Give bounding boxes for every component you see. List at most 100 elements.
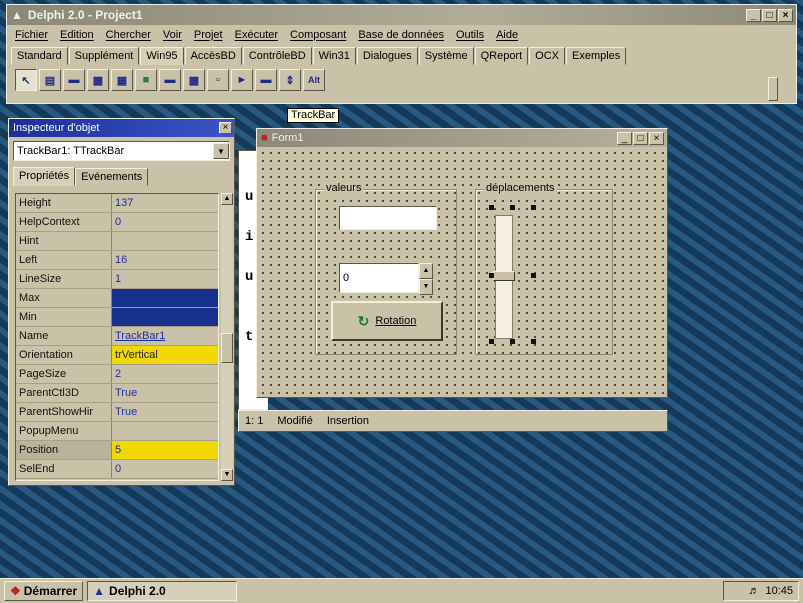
treeview-icon[interactable]: ▩ xyxy=(87,69,109,91)
spin-buttons[interactable]: ▲ ▼ xyxy=(419,263,433,295)
property-row[interactable]: Min xyxy=(16,308,218,327)
property-row[interactable]: HelpContext 0 xyxy=(16,213,218,232)
trackbar-icon[interactable]: ► xyxy=(231,69,253,91)
property-row[interactable]: PopupMenu xyxy=(16,422,218,441)
property-scrollbar[interactable]: ▲ ▼ xyxy=(221,193,233,481)
selection-handle[interactable] xyxy=(531,273,536,278)
property-value[interactable]: True xyxy=(112,384,218,402)
selection-handle[interactable] xyxy=(510,339,515,344)
maximize-icon[interactable]: □ xyxy=(633,131,648,145)
tab-win95[interactable]: Win95 xyxy=(140,47,184,65)
property-row[interactable]: ParentShowHir True xyxy=(16,403,218,422)
property-value[interactable]: 5 xyxy=(112,441,218,459)
selection-handle[interactable] xyxy=(489,339,494,344)
tab-supplement[interactable]: Supplément xyxy=(68,47,140,65)
menu-fichier[interactable]: Fichier xyxy=(15,29,48,41)
maximize-icon[interactable]: □ xyxy=(762,8,777,22)
property-value[interactable]: TrackBar1 xyxy=(112,327,218,345)
property-row[interactable]: SelEnd 0 xyxy=(16,460,218,479)
menu-edition[interactable]: Edition xyxy=(60,29,94,41)
pagecontrol-icon[interactable]: ▬ xyxy=(63,69,85,91)
tab-proprietes[interactable]: Propriétés xyxy=(13,167,76,186)
selection-handle[interactable] xyxy=(489,273,494,278)
start-button[interactable]: ❖ Démarrer xyxy=(4,581,84,601)
form-title-bar[interactable]: ■ Form1 _ □ × xyxy=(257,129,667,147)
property-row-selected[interactable]: Position 5 xyxy=(16,441,218,460)
ide-title-bar[interactable]: ▲ Delphi 2.0 - Project1 _ □ × xyxy=(7,5,796,25)
property-value[interactable] xyxy=(112,289,218,307)
close-icon[interactable]: × xyxy=(219,122,232,134)
tab-systeme[interactable]: Système xyxy=(418,47,474,65)
tabcontrol-icon[interactable]: ▤ xyxy=(39,69,61,91)
header-icon[interactable]: ▬ xyxy=(159,69,181,91)
scroll-down-icon[interactable]: ▼ xyxy=(221,469,233,481)
property-row[interactable]: ParentCtl3D True xyxy=(16,384,218,403)
close-icon[interactable]: × xyxy=(649,131,664,145)
property-value[interactable]: 16 xyxy=(112,251,218,269)
tab-ocx[interactable]: OCX xyxy=(529,47,565,65)
speaker-icon[interactable]: ♬ xyxy=(748,585,759,597)
property-row[interactable]: Height 137 xyxy=(16,194,218,213)
scroll-thumb[interactable] xyxy=(221,333,233,363)
property-row[interactable]: Left 16 xyxy=(16,251,218,270)
minimize-icon[interactable]: _ xyxy=(746,8,761,22)
property-row[interactable]: Max xyxy=(16,289,218,308)
menu-outils[interactable]: Outils xyxy=(456,29,484,41)
menu-composant[interactable]: Composant xyxy=(290,29,346,41)
spin-down-icon[interactable]: ▼ xyxy=(419,279,433,295)
selection-handle[interactable] xyxy=(531,339,536,344)
listview-icon[interactable]: ▦ xyxy=(111,69,133,91)
form-canvas[interactable]: valeurs 0 ▲ ▼ ↻ Rotation déplacements xyxy=(259,149,665,395)
clock[interactable]: 10:45 xyxy=(765,585,793,597)
tab-standard[interactable]: Standard xyxy=(11,47,68,65)
tab-qreport[interactable]: QReport xyxy=(474,47,529,65)
property-value[interactable]: True xyxy=(112,403,218,421)
palette-scroll-button[interactable] xyxy=(768,77,778,101)
taskbar-item-delphi[interactable]: ▲ Delphi 2.0 xyxy=(87,581,238,601)
property-value[interactable] xyxy=(112,308,218,326)
tab-dialogues[interactable]: Dialogues xyxy=(356,47,418,65)
close-icon[interactable]: × xyxy=(778,8,793,22)
value-edit-field[interactable] xyxy=(339,206,437,230)
property-value[interactable]: 0 xyxy=(112,460,218,478)
tab-accesbd[interactable]: AccèsBD xyxy=(184,47,242,65)
tab-evenements[interactable]: Evénements xyxy=(75,168,149,186)
spin-up-icon[interactable]: ▲ xyxy=(419,263,433,279)
menu-aide[interactable]: Aide xyxy=(496,29,518,41)
property-value[interactable] xyxy=(112,422,218,440)
property-value[interactable]: 1 xyxy=(112,270,218,288)
selection-handle[interactable] xyxy=(531,205,536,210)
updown-icon[interactable]: ⇕ xyxy=(279,69,301,91)
trackbar-thumb[interactable] xyxy=(493,271,515,281)
pointer-icon[interactable]: ↖ xyxy=(15,69,37,91)
property-row[interactable]: PageSize 2 xyxy=(16,365,218,384)
richedit-icon[interactable]: ▩ xyxy=(183,69,205,91)
property-value[interactable]: 0 xyxy=(112,213,218,231)
property-row[interactable]: Name TrackBar1 xyxy=(16,327,218,346)
property-value[interactable]: 2 xyxy=(112,365,218,383)
tab-controlebd[interactable]: ContrôleBD xyxy=(242,47,312,65)
component-selector[interactable]: TrackBar1: TTrackBar ▼ xyxy=(13,141,230,161)
menu-projet[interactable]: Projet xyxy=(194,29,223,41)
scroll-up-icon[interactable]: ▲ xyxy=(221,193,233,205)
rotation-button[interactable]: ↻ Rotation xyxy=(331,301,443,341)
tab-exemples[interactable]: Exemples xyxy=(566,47,627,65)
statusbar-icon[interactable]: ▫ xyxy=(207,69,229,91)
selection-handle[interactable] xyxy=(489,205,494,210)
progressbar-icon[interactable]: ▬ xyxy=(255,69,277,91)
property-value[interactable]: 137 xyxy=(112,194,218,212)
menu-base-de-donnees[interactable]: Base de données xyxy=(358,29,444,41)
tab-win31[interactable]: Win31 xyxy=(312,47,356,65)
imagelist-icon[interactable]: ■ xyxy=(135,69,157,91)
property-value[interactable]: trVertical xyxy=(112,346,218,364)
spin-edit-field[interactable]: 0 xyxy=(339,263,419,293)
chevron-down-icon[interactable]: ▼ xyxy=(213,143,229,159)
menu-executer[interactable]: Exécuter xyxy=(235,29,278,41)
inspector-title-bar[interactable]: Inspecteur d'objet × xyxy=(9,119,234,137)
property-row[interactable]: LineSize 1 xyxy=(16,270,218,289)
property-row[interactable]: Hint xyxy=(16,232,218,251)
hotkey-icon[interactable]: Alt xyxy=(303,69,325,91)
property-value[interactable] xyxy=(112,232,218,250)
menu-chercher[interactable]: Chercher xyxy=(106,29,151,41)
property-row[interactable]: Orientation trVertical xyxy=(16,346,218,365)
